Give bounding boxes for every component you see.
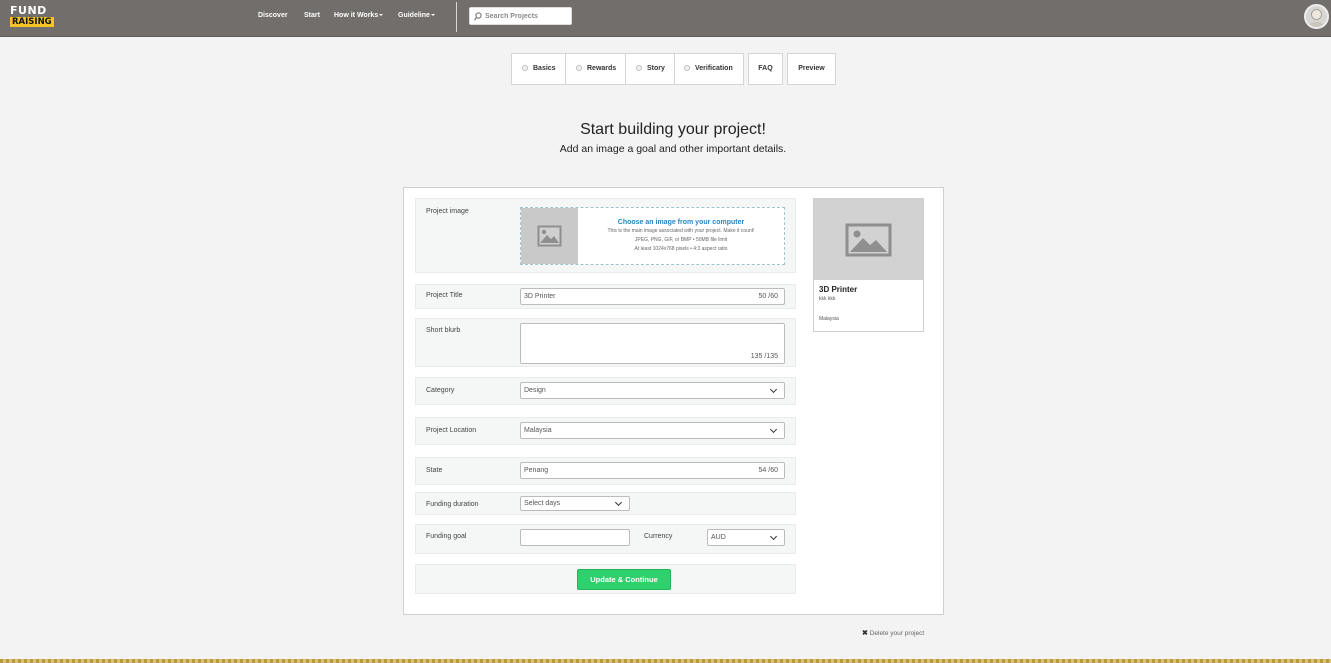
short-blurb-textarea[interactable]: 135 /135 bbox=[520, 323, 785, 364]
tab-faq[interactable]: FAQ bbox=[748, 53, 783, 85]
short-blurb-label: Short blurb bbox=[426, 327, 461, 334]
funding-duration-label: Funding duration bbox=[426, 501, 479, 508]
funding-duration-value: Select days bbox=[524, 500, 561, 507]
state-counter: 54 /60 bbox=[758, 467, 778, 474]
project-title-value: 3D Printer bbox=[524, 293, 556, 300]
funding-goal-input[interactable] bbox=[520, 529, 630, 546]
tab-story-label: Story bbox=[647, 65, 665, 72]
state-value: Penang bbox=[524, 467, 549, 474]
submit-row: Update & Continue bbox=[415, 564, 796, 594]
image-placeholder bbox=[521, 208, 578, 264]
preview-blurb: kkk kkk bbox=[819, 296, 836, 302]
tab-divider bbox=[625, 54, 626, 84]
logo-line-2: RAISING bbox=[10, 17, 54, 27]
choose-image-link[interactable]: Choose an image from your computer bbox=[578, 219, 784, 226]
logo-line-1: FUND bbox=[10, 4, 47, 17]
user-avatar-icon bbox=[1306, 6, 1327, 27]
fundraising-logo[interactable]: FUND RAISING bbox=[10, 5, 55, 28]
close-icon: ✖ bbox=[862, 630, 868, 637]
state-row: State Penang 54 /60 bbox=[415, 457, 796, 485]
project-preview-card[interactable]: 3D Printer kkk kkk Malaysia bbox=[813, 198, 924, 332]
tab-divider bbox=[674, 54, 675, 84]
funding-duration-row: Funding duration Select days bbox=[415, 492, 796, 515]
funding-goal-label: Funding goal bbox=[426, 533, 467, 540]
nav-guideline-label: Guideline bbox=[398, 12, 430, 19]
project-image-row: Project image Choose an image from your … bbox=[415, 198, 796, 273]
tab-story[interactable]: Story bbox=[636, 54, 665, 84]
nav-how-it-works-label: How it Works bbox=[334, 12, 379, 19]
short-blurb-counter: 135 /135 bbox=[750, 353, 778, 360]
project-title-input[interactable]: 3D Printer 50 /60 bbox=[520, 288, 785, 305]
category-label: Category bbox=[426, 387, 455, 394]
top-navigation-bar: FUND RAISING Discover Start How it Works… bbox=[0, 0, 1331, 37]
step-status-dot-icon bbox=[522, 65, 528, 71]
preview-image-placeholder bbox=[814, 199, 923, 280]
tab-verification[interactable]: Verification bbox=[684, 54, 733, 84]
step-status-dot-icon bbox=[636, 65, 642, 71]
tab-rewards-label: Rewards bbox=[587, 65, 617, 72]
currency-select[interactable]: AUD bbox=[707, 529, 785, 546]
state-label: State bbox=[426, 467, 443, 474]
chevron-down-icon bbox=[769, 425, 778, 434]
funding-duration-select[interactable]: Select days bbox=[520, 496, 630, 511]
delete-project-label: Delete your project bbox=[869, 630, 925, 637]
project-location-select[interactable]: Malaysia bbox=[520, 422, 785, 439]
page-title: Start building your project! bbox=[580, 121, 766, 138]
image-upload-dropzone[interactable]: Choose an image from your computer This … bbox=[520, 207, 785, 265]
category-value: Design bbox=[524, 387, 546, 394]
state-input[interactable]: Penang 54 /60 bbox=[520, 462, 785, 479]
project-title-row: Project Title 3D Printer 50 /60 bbox=[415, 284, 796, 309]
footer-border-strip bbox=[0, 659, 1331, 663]
delete-project-link[interactable]: ✖ Delete your project bbox=[862, 629, 924, 637]
user-avatar[interactable] bbox=[1304, 4, 1329, 29]
tab-verification-label: Verification bbox=[695, 65, 733, 72]
nav-discover[interactable]: Discover bbox=[258, 12, 288, 19]
tab-divider bbox=[565, 54, 566, 84]
tab-preview[interactable]: Preview bbox=[787, 53, 836, 85]
search-icon bbox=[474, 12, 482, 21]
chevron-down-icon bbox=[379, 14, 384, 17]
chevron-down-icon bbox=[430, 14, 435, 17]
category-row: Category Design bbox=[415, 377, 796, 405]
project-location-row: Project Location Malaysia bbox=[415, 417, 796, 445]
chevron-down-icon bbox=[769, 385, 778, 394]
funding-goal-row: Funding goal Currency AUD bbox=[415, 524, 796, 554]
step-tabs: Basics Rewards Story Verification bbox=[511, 53, 744, 85]
nav-divider bbox=[456, 2, 457, 32]
currency-label: Currency bbox=[644, 533, 673, 540]
tab-basics[interactable]: Basics bbox=[522, 54, 556, 84]
project-image-label: Project image bbox=[426, 208, 469, 215]
tab-rewards[interactable]: Rewards bbox=[576, 54, 616, 84]
project-location-value: Malaysia bbox=[524, 427, 552, 434]
project-title-counter: 50 /60 bbox=[758, 293, 778, 300]
chevron-down-icon bbox=[614, 498, 623, 507]
image-icon bbox=[845, 223, 892, 257]
currency-value: AUD bbox=[711, 534, 726, 541]
chevron-down-icon bbox=[769, 532, 778, 541]
project-location-label: Project Location bbox=[426, 427, 477, 434]
image-hint-1: This is the main image associated with y… bbox=[607, 228, 755, 234]
project-title-label: Project Title bbox=[426, 292, 463, 299]
update-continue-button[interactable]: Update & Continue bbox=[577, 569, 671, 590]
nav-guideline[interactable]: Guideline bbox=[398, 12, 435, 19]
short-blurb-row: Short blurb 135 /135 bbox=[415, 318, 796, 367]
nav-how-it-works[interactable]: How it Works bbox=[334, 12, 384, 19]
preview-location: Malaysia bbox=[819, 316, 839, 322]
search-input[interactable] bbox=[485, 10, 569, 22]
search-box[interactable] bbox=[469, 7, 572, 25]
page-subtitle: Add an image a goal and other important … bbox=[559, 143, 787, 155]
step-status-dot-icon bbox=[576, 65, 582, 71]
image-hint-3: At least 1024x768 pixels • 4:3 aspect ra… bbox=[634, 246, 728, 252]
image-hint-2: JPEG, PNG, GIF, or BMP • 50MB file limit bbox=[634, 237, 728, 243]
step-status-dot-icon bbox=[684, 65, 690, 71]
nav-start[interactable]: Start bbox=[304, 12, 320, 19]
category-select[interactable]: Design bbox=[520, 382, 785, 399]
image-icon bbox=[537, 225, 562, 247]
preview-title: 3D Printer bbox=[819, 285, 858, 294]
tab-basics-label: Basics bbox=[533, 65, 556, 72]
